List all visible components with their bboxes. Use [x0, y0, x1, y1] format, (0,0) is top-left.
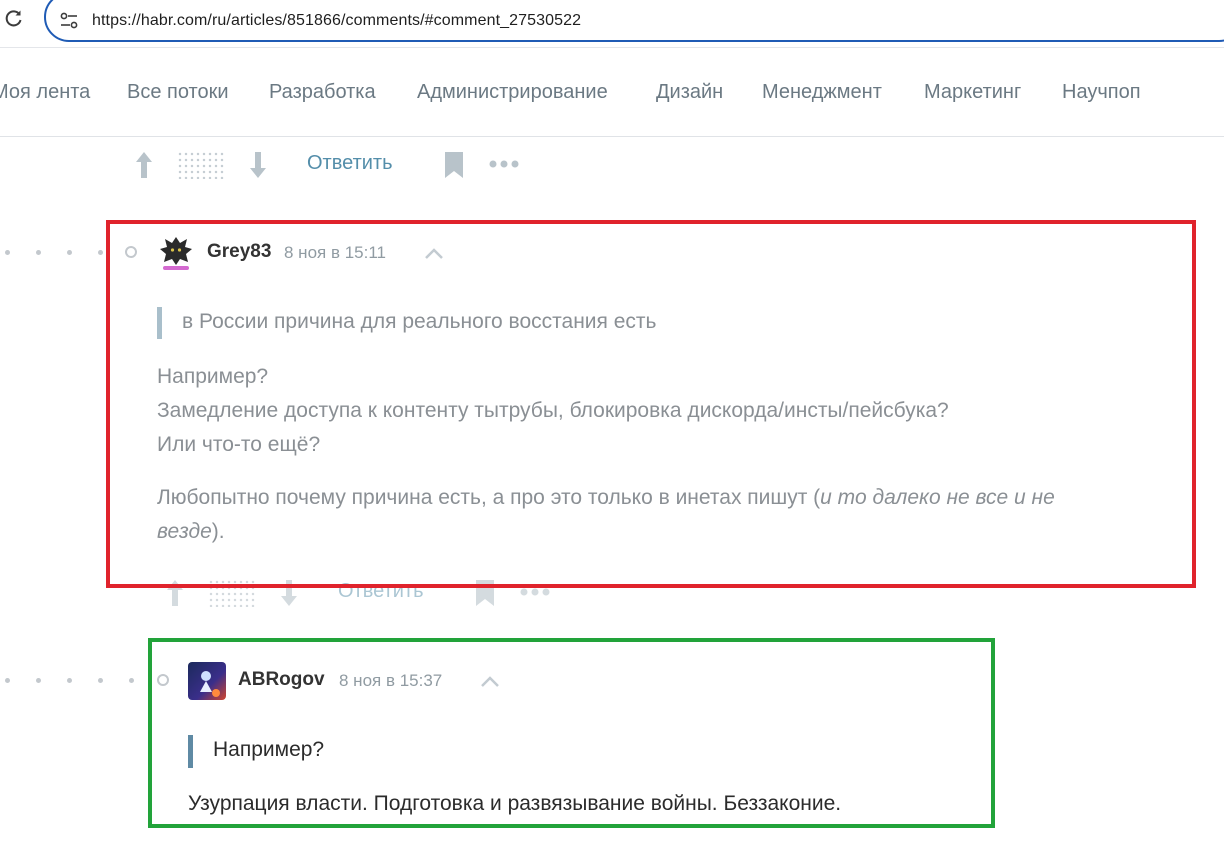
- comment-line: Замедление доступа к контенту тытрубы, б…: [157, 399, 949, 422]
- thread-dot: [36, 250, 41, 255]
- habr-nav: Моя лента Все потоки Разработка Админист…: [0, 48, 1224, 137]
- thread-dot: [67, 250, 72, 255]
- wolf-avatar-icon: [160, 237, 192, 270]
- bookmark-icon[interactable]: [474, 578, 496, 608]
- comment-line: Или что-то ещё?: [157, 433, 321, 456]
- arrow-up-icon[interactable]: [165, 578, 185, 608]
- quote-text: в России причина для реального восстания…: [182, 310, 657, 333]
- comment-body: Узурпация власти. Подготовка и развязыва…: [188, 792, 842, 815]
- arrow-down-icon[interactable]: [248, 150, 268, 180]
- quote-bar: [188, 735, 193, 768]
- quote-bar: [157, 307, 162, 339]
- thread-dot: [129, 678, 134, 683]
- avatar[interactable]: [157, 234, 195, 272]
- browser-bar: https://habr.com/ru/articles/851866/comm…: [0, 0, 1224, 48]
- url-text[interactable]: https://habr.com/ru/articles/851866/comm…: [92, 12, 581, 30]
- score-hidden: [177, 151, 225, 179]
- comment-body: Например? Замедление доступа к контенту …: [157, 360, 949, 462]
- thread-dot: [98, 678, 103, 683]
- bookmark-icon[interactable]: [443, 150, 465, 180]
- arrow-up-icon[interactable]: [134, 150, 154, 180]
- site-info-icon[interactable]: [59, 11, 79, 31]
- paragraph-text: Любопытно почему причина есть, а про это…: [157, 486, 821, 509]
- nav-item-all-streams[interactable]: Все потоки: [127, 81, 229, 104]
- comment-paragraph: Любопытно почему причина есть, а про это…: [157, 481, 1177, 549]
- address-bar[interactable]: https://habr.com/ru/articles/851866/comm…: [44, 0, 1224, 42]
- paragraph-italic: и то далеко не все и не: [820, 486, 1055, 509]
- nav-item-administration[interactable]: Администрирование: [417, 81, 608, 104]
- avatar[interactable]: [188, 662, 226, 700]
- nav-item-design[interactable]: Дизайн: [656, 81, 723, 104]
- thread-dot: [98, 250, 103, 255]
- arrow-down-icon[interactable]: [279, 578, 299, 608]
- reply-button[interactable]: Ответить: [307, 152, 393, 175]
- nav-item-my-feed[interactable]: Моя лента: [0, 81, 90, 104]
- username[interactable]: ABRogov: [238, 669, 325, 691]
- comment-line: Например?: [157, 365, 269, 388]
- quote-text: Например?: [213, 738, 325, 761]
- username[interactable]: Grey83: [207, 241, 271, 263]
- nav-item-management[interactable]: Менеджмент: [762, 81, 882, 104]
- thread-dot: [5, 250, 10, 255]
- comment-date[interactable]: 8 ноя в 15:11: [284, 243, 386, 263]
- comment-date[interactable]: 8 ноя в 15:37: [339, 671, 442, 691]
- thread-dot: [36, 678, 41, 683]
- thread-dot: [5, 678, 10, 683]
- thread-marker: [157, 674, 169, 686]
- chevron-up-icon[interactable]: [424, 246, 444, 260]
- nav-item-development[interactable]: Разработка: [269, 81, 376, 104]
- reload-icon[interactable]: [4, 8, 24, 28]
- nav-item-popsci[interactable]: Научпоп: [1062, 81, 1141, 104]
- more-icon[interactable]: [488, 159, 520, 169]
- score-hidden: [208, 579, 256, 607]
- thread-marker: [125, 246, 137, 258]
- more-icon[interactable]: [519, 587, 551, 597]
- paragraph-italic: везде: [157, 520, 212, 543]
- chevron-up-icon[interactable]: [480, 674, 500, 688]
- space-avatar-icon: [188, 662, 226, 700]
- paragraph-text: ).: [211, 520, 225, 543]
- thread-dot: [67, 678, 72, 683]
- nav-item-marketing[interactable]: Маркетинг: [924, 81, 1021, 104]
- reply-button[interactable]: Ответить: [338, 580, 424, 603]
